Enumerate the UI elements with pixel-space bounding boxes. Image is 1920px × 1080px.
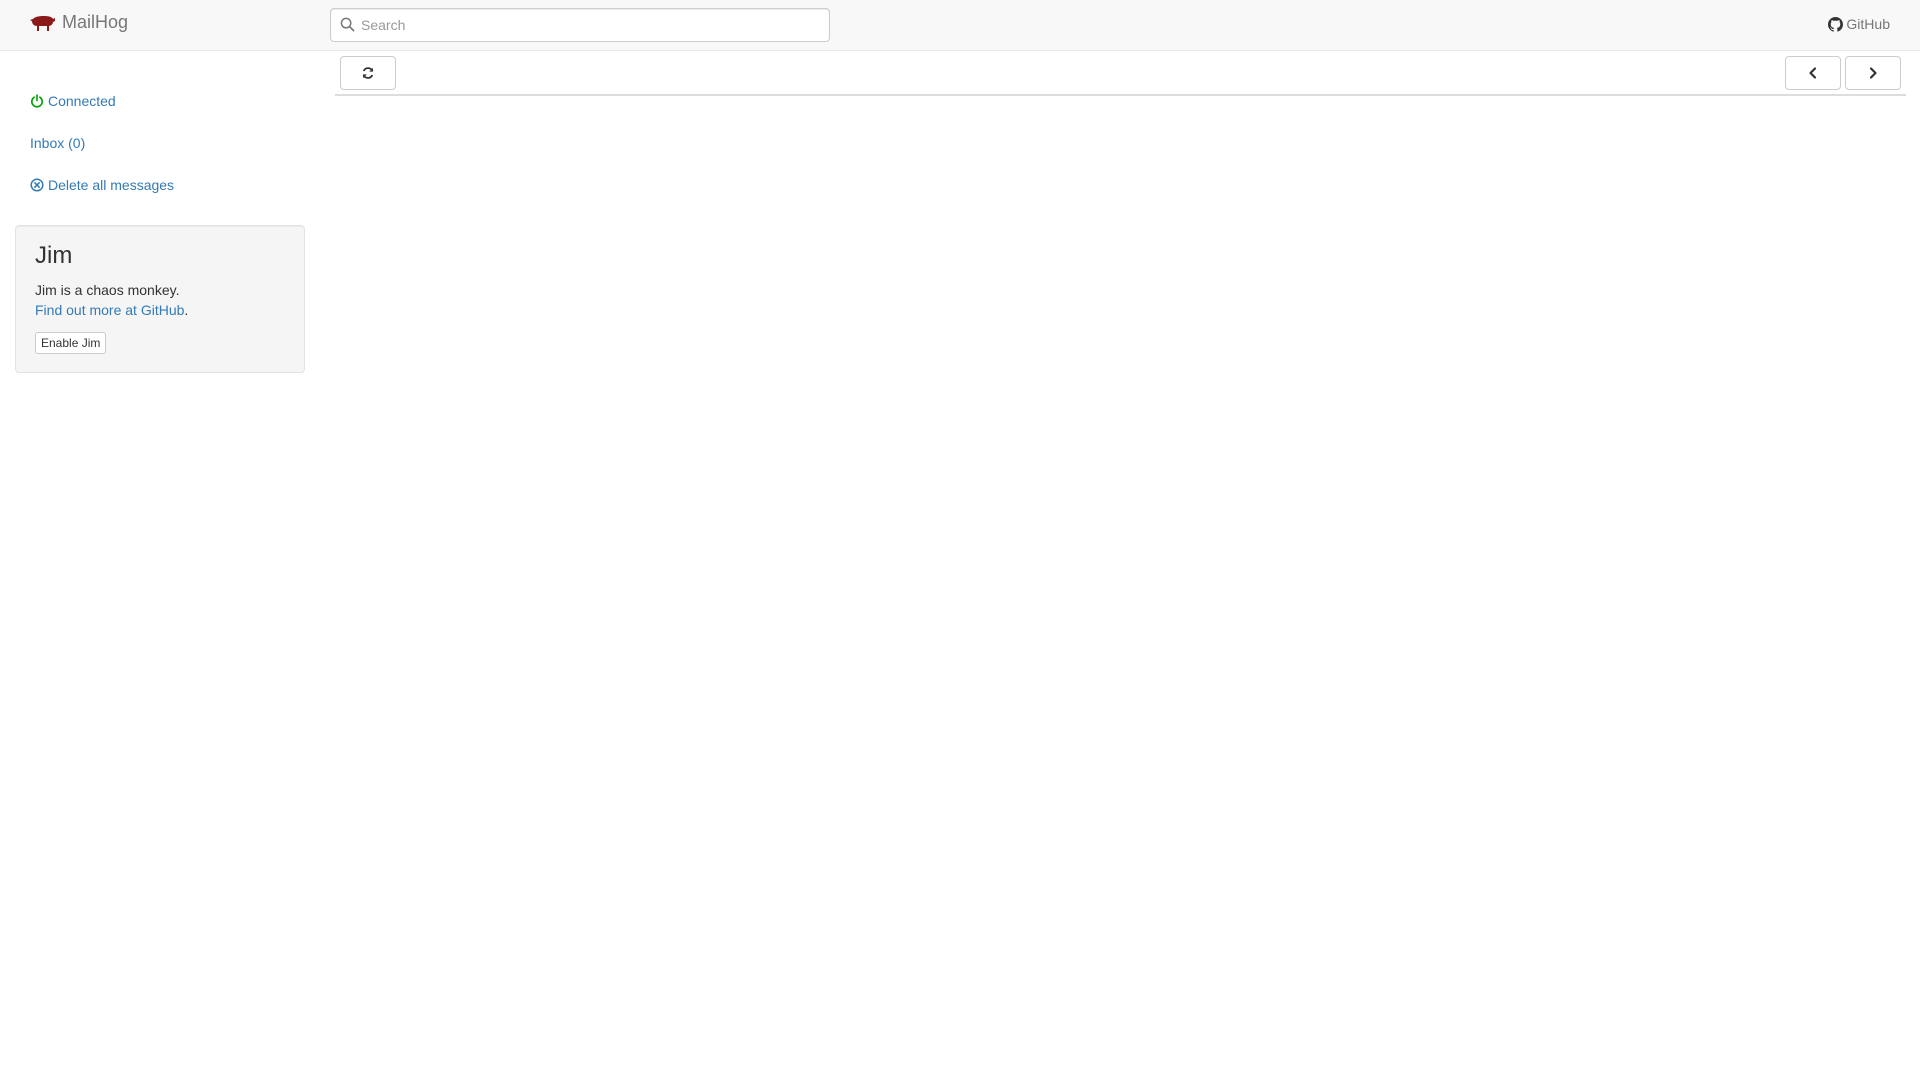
message-toolbar	[335, 51, 1906, 96]
github-link[interactable]: GitHub	[1828, 16, 1890, 32]
power-icon	[31, 94, 43, 108]
enable-jim-button[interactable]: Enable Jim	[35, 332, 107, 354]
jim-description: Jim is a chaos monkey.	[35, 282, 180, 298]
jim-panel: Jim Jim is a chaos monkey. Find out more…	[15, 225, 305, 373]
previous-page-button[interactable]	[1785, 56, 1841, 90]
github-label: GitHub	[1846, 16, 1890, 32]
jim-github-link[interactable]: Find out more at GitHub	[35, 302, 184, 318]
chevron-right-icon	[1869, 67, 1877, 79]
github-icon	[1828, 16, 1844, 32]
next-page-button[interactable]	[1845, 56, 1901, 90]
top-navbar: MailHog GitHub	[0, 0, 1920, 51]
chevron-left-icon	[1809, 67, 1817, 79]
brand-link[interactable]: MailHog	[30, 12, 128, 33]
brand-name: MailHog	[62, 12, 129, 32]
jim-link-suffix: .	[184, 302, 189, 318]
sidebar-item-delete-all[interactable]: Delete all messages	[30, 177, 174, 193]
sidebar-item-inbox[interactable]: Inbox (0)	[30, 135, 85, 151]
close-circle-icon	[30, 178, 44, 192]
inbox-label: Inbox (0)	[30, 135, 86, 151]
delete-all-label: Delete all messages	[48, 177, 175, 193]
sidebar-item-connected[interactable]: Connected	[30, 93, 116, 109]
refresh-icon	[362, 67, 374, 79]
connected-label: Connected	[48, 93, 116, 109]
jim-more-info: Find out more at GitHub.	[35, 302, 188, 318]
search-input[interactable]	[330, 8, 830, 42]
pig-logo-icon	[30, 15, 55, 31]
jim-title: Jim	[35, 242, 73, 269]
search-icon	[340, 17, 355, 32]
refresh-button[interactable]	[340, 56, 396, 90]
search-box	[330, 8, 830, 42]
